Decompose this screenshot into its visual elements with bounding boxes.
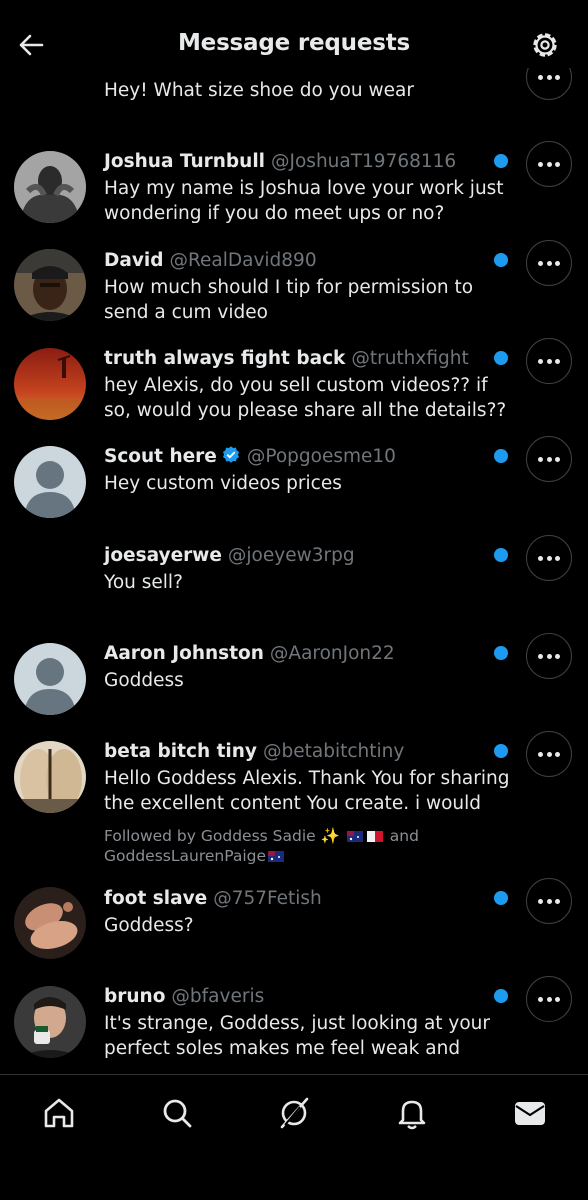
sender-name: joesayerwe xyxy=(104,545,222,566)
unread-dot xyxy=(494,646,508,660)
sender-handle: @joeyew3rpg xyxy=(227,545,355,566)
message-preview: Hey custom videos prices xyxy=(104,473,342,494)
sender-handle: @JoshuaT19768116 xyxy=(271,151,457,172)
home-icon[interactable] xyxy=(39,1093,79,1133)
bottom-navigation xyxy=(0,1074,588,1200)
sender-name: beta bitch tiny xyxy=(104,741,257,762)
avatar[interactable] xyxy=(14,741,86,813)
sender-name: David xyxy=(104,250,164,271)
message-requests-list: Hey! What size shoe do you wear Joshua T… xyxy=(0,0,588,1074)
australia-flag-icon xyxy=(346,831,363,842)
sender-handle: @truthxfight xyxy=(351,348,469,369)
sender-name-line: beta bitch tiny @betabitchtiny xyxy=(104,740,404,764)
australia-flag-icon xyxy=(268,851,285,862)
more-options-button[interactable] xyxy=(526,878,572,924)
unread-dot xyxy=(494,989,508,1003)
sender-name-line: Scout here @Popgoesme10 xyxy=(104,445,396,469)
more-options-button[interactable] xyxy=(526,633,572,679)
sender-handle: @Popgoesme10 xyxy=(246,446,396,467)
message-preview: Goddess xyxy=(104,670,184,691)
sender-handle: @betabitchtiny xyxy=(262,741,405,762)
search-icon[interactable] xyxy=(157,1093,197,1133)
sender-name-line: Joshua Turnbull @JoshuaT19768116 xyxy=(104,150,456,174)
message-preview: hey Alexis, do you sell custom videos?? … xyxy=(104,375,507,421)
avatar[interactable] xyxy=(14,348,86,420)
messages-icon[interactable] xyxy=(510,1093,550,1133)
sender-name: foot slave xyxy=(104,888,208,909)
sender-handle: @bfaveris xyxy=(171,986,265,1007)
sender-handle: @RealDavid890 xyxy=(169,250,317,271)
more-options-button[interactable] xyxy=(526,976,572,1022)
unread-dot xyxy=(494,253,508,267)
unread-dot xyxy=(494,154,508,168)
notifications-icon[interactable] xyxy=(392,1093,432,1133)
avatar[interactable] xyxy=(14,643,86,715)
message-preview: It's strange, Goddess, just looking at y… xyxy=(104,1013,491,1059)
sender-name: Joshua Turnbull xyxy=(104,151,266,172)
verified-badge-icon xyxy=(222,446,239,463)
gear-icon[interactable] xyxy=(528,28,562,62)
message-preview: Hey! What size shoe do you wear xyxy=(104,80,414,101)
avatar[interactable] xyxy=(14,986,86,1058)
unread-dot xyxy=(494,548,508,562)
unread-dot xyxy=(494,449,508,463)
followed-by-second: GoddessLaurenPaige xyxy=(104,847,267,865)
followed-by-text: Followed by Goddess Sadie ✨ xyxy=(104,827,340,845)
sender-name-line: joesayerwe @joeyew3rpg xyxy=(104,544,355,568)
sender-name-line: David @RealDavid890 xyxy=(104,249,317,273)
avatar[interactable] xyxy=(14,446,86,518)
malta-flag-icon xyxy=(366,831,383,842)
message-preview: Hay my name is Joshua love your work jus… xyxy=(104,178,504,224)
sender-name: bruno xyxy=(104,986,166,1007)
unread-dot xyxy=(494,351,508,365)
avatar[interactable] xyxy=(14,151,86,223)
avatar[interactable] xyxy=(14,249,86,321)
sender-handle: @757Fetish xyxy=(213,888,322,909)
sender-name-line: truth always fight back @truthxfight xyxy=(104,347,469,371)
grok-icon[interactable] xyxy=(274,1093,314,1133)
sender-handle: @AaronJon22 xyxy=(269,643,395,664)
message-preview: Hello Goddess Alexis. Thank You for shar… xyxy=(104,768,510,814)
sender-name: Aaron Johnston xyxy=(104,643,264,664)
message-preview: You sell? xyxy=(104,572,183,593)
unread-dot xyxy=(494,744,508,758)
followed-by-and: and xyxy=(389,827,419,845)
more-options-button[interactable] xyxy=(526,436,572,482)
sender-name: truth always fight back xyxy=(104,348,346,369)
avatar[interactable] xyxy=(14,887,86,959)
more-options-button[interactable] xyxy=(526,535,572,581)
more-options-button[interactable] xyxy=(526,338,572,384)
sender-name: Scout here xyxy=(104,446,217,467)
sender-name-line: foot slave @757Fetish xyxy=(104,887,322,911)
more-options-button[interactable] xyxy=(526,731,572,777)
top-bar: Message requests xyxy=(0,0,588,68)
unread-dot xyxy=(494,891,508,905)
sender-name-line: Aaron Johnston @AaronJon22 xyxy=(104,642,395,666)
message-preview: How much should I tip for permission to … xyxy=(104,277,474,323)
more-options-button[interactable] xyxy=(526,141,572,187)
message-preview: Goddess? xyxy=(104,915,194,936)
followed-by-context: Followed by Goddess Sadie ✨ and GoddessL… xyxy=(104,826,504,866)
sender-name-line: bruno @bfaveris xyxy=(104,985,264,1009)
more-options-button[interactable] xyxy=(526,240,572,286)
page-title: Message requests xyxy=(177,30,410,56)
